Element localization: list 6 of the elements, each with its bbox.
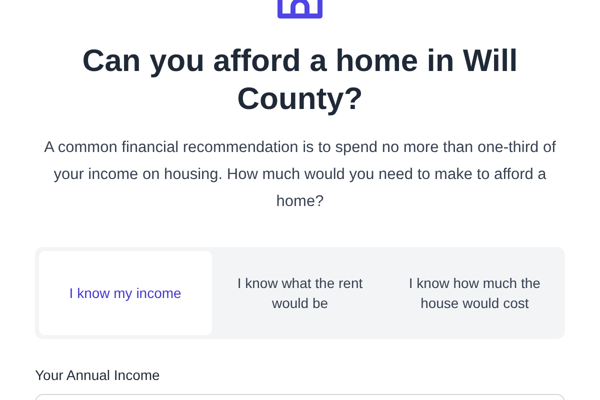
description-text: A common financial recommendation is to spend no more than one-third of your income on housing. How much would you need to make to afford a home? (43, 138, 557, 212)
option-tab[interactable]: I know what the rent would be (214, 251, 386, 335)
field-label: Your Annual Income (35, 366, 161, 385)
option-tab[interactable]: I know how much the house would cost (388, 251, 561, 335)
page-title: Can you afford a home in Will County? (81, 42, 519, 118)
option-tab[interactable]: I know my income (39, 251, 212, 335)
